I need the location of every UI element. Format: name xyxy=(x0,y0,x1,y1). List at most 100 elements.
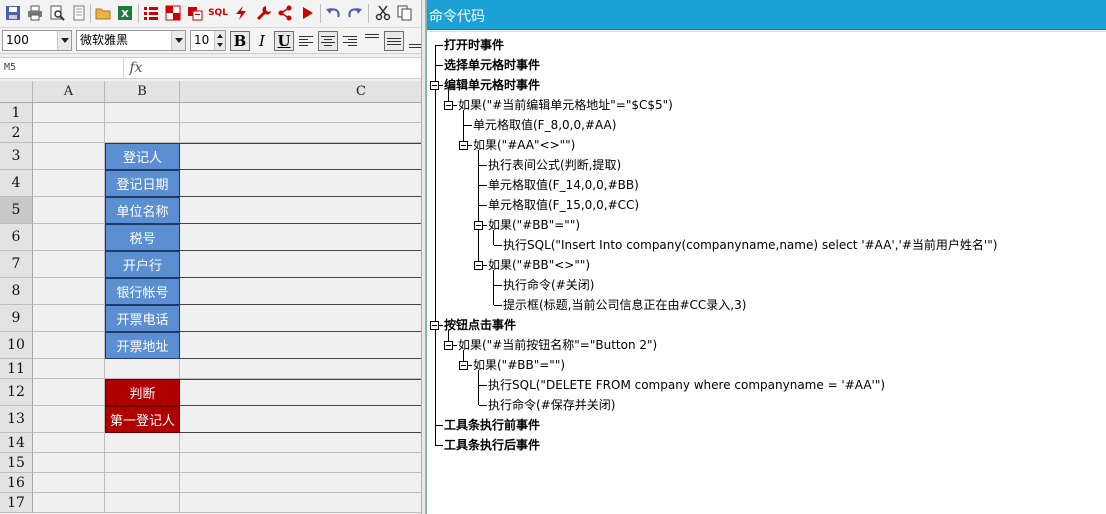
row-header[interactable]: 6 xyxy=(0,224,33,251)
row-header[interactable]: 11 xyxy=(0,359,33,379)
label-cell[interactable]: 第一登记人 xyxy=(105,406,180,433)
cell[interactable] xyxy=(33,251,105,278)
collapse-toggle-icon[interactable] xyxy=(444,341,453,350)
row-header[interactable]: 14 xyxy=(0,433,33,453)
cell[interactable] xyxy=(33,305,105,332)
tree-command-node[interactable]: 提示框(标题,当前公司信息正在由#CC录入,3) xyxy=(503,296,746,314)
tree-event-node[interactable]: 编辑单元格时事件 xyxy=(444,76,540,94)
cell[interactable] xyxy=(105,123,180,143)
excel-icon[interactable]: X xyxy=(114,2,136,24)
tree-command-node[interactable]: 执行命令(#关闭) xyxy=(503,276,594,294)
cell[interactable] xyxy=(105,473,180,493)
undo-icon[interactable] xyxy=(322,2,344,24)
cell[interactable] xyxy=(180,103,421,123)
cell[interactable] xyxy=(33,453,105,473)
cut-icon[interactable] xyxy=(372,2,394,24)
cell[interactable] xyxy=(180,332,421,359)
cell[interactable] xyxy=(180,406,421,433)
cell[interactable] xyxy=(180,197,421,224)
print-preview-icon[interactable] xyxy=(46,2,68,24)
cell[interactable] xyxy=(33,379,105,406)
label-cell[interactable]: 开票地址 xyxy=(105,332,180,359)
row-header[interactable]: 4 xyxy=(0,170,33,197)
tree-command-node[interactable]: 如果("#BB"="") xyxy=(473,356,565,374)
copy-icon[interactable] xyxy=(394,2,416,24)
cell[interactable] xyxy=(105,453,180,473)
collapse-toggle-icon[interactable] xyxy=(474,261,483,270)
align-center-icon[interactable] xyxy=(318,31,338,51)
row-header[interactable]: 17 xyxy=(0,493,33,513)
spinner-icon[interactable] xyxy=(214,31,225,50)
align-bottom-icon[interactable] xyxy=(406,31,421,51)
tree-event-node[interactable]: 工具条执行前事件 xyxy=(444,416,540,434)
chevron-down-icon[interactable] xyxy=(57,31,71,50)
zoom-select[interactable]: 100 xyxy=(2,30,72,51)
tree-command-node[interactable]: 单元格取值(F_8,0,0,#AA) xyxy=(473,116,616,134)
cell[interactable] xyxy=(33,433,105,453)
row-header[interactable]: 1 xyxy=(0,103,33,123)
cell[interactable] xyxy=(180,493,421,513)
print-icon[interactable] xyxy=(24,2,46,24)
open-folder-icon[interactable] xyxy=(92,2,114,24)
row-header[interactable]: 3 xyxy=(0,143,33,170)
cell[interactable] xyxy=(33,123,105,143)
cell[interactable] xyxy=(33,103,105,123)
list-icon[interactable] xyxy=(140,2,162,24)
column-header-a[interactable]: A xyxy=(33,81,105,103)
collapse-toggle-icon[interactable] xyxy=(474,221,483,230)
save-icon[interactable] xyxy=(2,2,24,24)
collapse-toggle-icon[interactable] xyxy=(444,101,453,110)
font-name-select[interactable]: 微软雅黑 xyxy=(76,30,186,51)
cell[interactable] xyxy=(105,493,180,513)
cell[interactable] xyxy=(105,433,180,453)
redo-icon[interactable] xyxy=(344,2,366,24)
cell[interactable] xyxy=(180,359,421,379)
align-top-icon[interactable] xyxy=(362,31,382,51)
tree-command-node[interactable]: 如果("#当前按钮名称"="Button 2") xyxy=(458,336,657,354)
tree-command-node[interactable]: 如果("#BB"<>"") xyxy=(488,256,590,274)
tree-event-node[interactable]: 工具条执行后事件 xyxy=(444,436,540,454)
align-left-icon[interactable] xyxy=(296,31,316,51)
row-header[interactable]: 9 xyxy=(0,305,33,332)
row-header[interactable]: 16 xyxy=(0,473,33,493)
row-header[interactable]: 2 xyxy=(0,123,33,143)
share-icon[interactable] xyxy=(274,2,296,24)
cell[interactable] xyxy=(180,473,421,493)
italic-button[interactable]: I xyxy=(252,31,272,51)
label-cell[interactable]: 税号 xyxy=(105,224,180,251)
cell[interactable] xyxy=(180,251,421,278)
cell[interactable] xyxy=(33,278,105,305)
tree-command-node[interactable]: 单元格取值(F_15,0,0,#CC) xyxy=(488,196,639,214)
collapse-toggle-icon[interactable] xyxy=(430,321,439,330)
run-icon[interactable] xyxy=(296,2,318,24)
label-cell[interactable]: 单位名称 xyxy=(105,197,180,224)
cell[interactable] xyxy=(180,379,421,406)
cell[interactable] xyxy=(180,123,421,143)
cell[interactable] xyxy=(180,224,421,251)
row-header[interactable]: 7 xyxy=(0,251,33,278)
row-header[interactable]: 12 xyxy=(0,379,33,406)
tree-command-node[interactable]: 如果("#AA"<>"") xyxy=(473,136,575,154)
collapse-toggle-icon[interactable] xyxy=(459,361,468,370)
label-cell[interactable]: 登记人 xyxy=(105,143,180,170)
page-setup-icon[interactable] xyxy=(68,2,90,24)
cell[interactable] xyxy=(105,359,180,379)
cell[interactable] xyxy=(180,305,421,332)
tree-command-node[interactable]: 执行SQL("Insert Into company(companyname,n… xyxy=(503,236,997,254)
tree-command-node[interactable]: 单元格取值(F_14,0,0,#BB) xyxy=(488,176,639,194)
wrench-icon[interactable] xyxy=(252,2,274,24)
copy-format-icon[interactable] xyxy=(184,2,206,24)
cell[interactable] xyxy=(33,170,105,197)
tree-command-node[interactable]: 执行命令(#保存并关闭) xyxy=(488,396,615,414)
align-middle-icon[interactable] xyxy=(384,31,404,51)
tree-event-node[interactable]: 打开时事件 xyxy=(444,36,504,54)
row-header[interactable]: 15 xyxy=(0,453,33,473)
row-header[interactable]: 5 xyxy=(0,197,33,224)
row-header[interactable]: 10 xyxy=(0,332,33,359)
cell[interactable] xyxy=(33,143,105,170)
cell[interactable] xyxy=(105,103,180,123)
collapse-toggle-icon[interactable] xyxy=(459,141,468,150)
cell[interactable] xyxy=(33,493,105,513)
collapse-toggle-icon[interactable] xyxy=(430,81,439,90)
column-header-c[interactable]: C xyxy=(180,81,421,103)
